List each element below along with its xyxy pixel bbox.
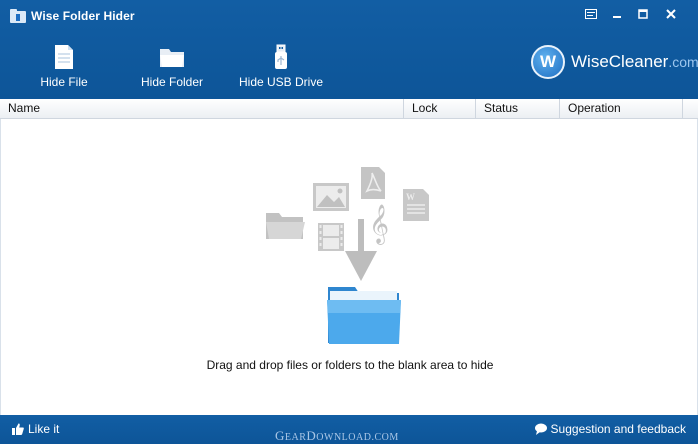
app-window: Wise Folder Hider Hide File Hide Folder … xyxy=(0,0,698,444)
column-operation[interactable]: Operation xyxy=(560,99,683,118)
document-icon: W xyxy=(403,189,429,221)
minimize-icon xyxy=(613,16,621,18)
minimize-button[interactable] xyxy=(604,5,630,23)
target-folder-icon xyxy=(327,287,401,344)
maximize-icon xyxy=(638,9,648,19)
brand-suffix: .com xyxy=(668,54,698,70)
brand-name-text: WiseCleaner xyxy=(571,52,669,71)
suggestion-feedback-button[interactable]: Suggestion and feedback xyxy=(534,422,686,436)
svg-text:W: W xyxy=(406,192,415,202)
brand-name: WiseCleaner.com xyxy=(571,52,698,72)
header-bar: Wise Folder Hider Hide File Hide Folder … xyxy=(0,0,698,99)
column-spacer xyxy=(683,99,698,118)
pdf-icon xyxy=(361,167,385,199)
thumbs-up-icon xyxy=(12,423,24,435)
status-bar: Like it GEARDOWNLOAD.COM Suggestion and … xyxy=(0,415,698,444)
watermark-ear: EAR xyxy=(284,432,307,443)
watermark-tld: .COM xyxy=(371,432,399,443)
file-icon xyxy=(55,45,73,69)
app-icon xyxy=(10,9,26,23)
column-lock[interactable]: Lock xyxy=(404,99,476,118)
table-header: Name Lock Status Operation xyxy=(0,99,698,119)
svg-text:𝄞: 𝄞 xyxy=(369,204,389,245)
music-icon: 𝄞 xyxy=(369,204,389,245)
close-button[interactable] xyxy=(658,5,684,23)
watermark-g: G xyxy=(275,428,285,443)
menu-icon xyxy=(585,9,597,19)
usb-drive-icon xyxy=(275,44,287,69)
hide-folder-label: Hide Folder xyxy=(140,75,204,89)
close-icon xyxy=(666,9,676,19)
watermark-ownload: OWNLOAD xyxy=(316,432,372,443)
like-it-button[interactable]: Like it xyxy=(12,422,59,436)
maximize-button[interactable] xyxy=(630,5,656,23)
suggestion-feedback-label: Suggestion and feedback xyxy=(550,422,686,436)
column-status[interactable]: Status xyxy=(476,99,560,118)
menu-button[interactable] xyxy=(578,5,604,23)
wisecleaner-logo-icon: W xyxy=(531,45,565,79)
watermark-d: D xyxy=(306,428,317,443)
hide-usb-drive-button[interactable]: Hide USB Drive xyxy=(231,44,331,89)
column-name[interactable]: Name xyxy=(0,99,404,118)
image-icon xyxy=(313,183,349,211)
folder-icon xyxy=(266,213,305,239)
hide-file-button[interactable]: Hide File xyxy=(14,44,114,89)
title-bar[interactable]: Wise Folder Hider xyxy=(0,0,698,30)
hide-folder-button[interactable]: Hide Folder xyxy=(122,44,222,89)
window-title: Wise Folder Hider xyxy=(31,9,135,23)
hide-file-label: Hide File xyxy=(40,75,88,89)
speech-bubble-icon xyxy=(534,423,547,435)
drop-illustration: W 𝄞 xyxy=(266,167,429,344)
hide-usb-drive-label: Hide USB Drive xyxy=(238,75,324,89)
video-icon xyxy=(318,223,344,251)
brand-logo[interactable]: W WiseCleaner.com xyxy=(531,45,698,79)
like-it-label: Like it xyxy=(28,422,60,436)
drop-hint: Drag and drop files or folders to the bl… xyxy=(206,358,494,372)
folder-icon xyxy=(160,49,184,67)
watermark: GEARDOWNLOAD.COM xyxy=(275,428,399,444)
file-list-dropzone[interactable]: W 𝄞 Drag and drop files or folders to th… xyxy=(0,119,698,415)
